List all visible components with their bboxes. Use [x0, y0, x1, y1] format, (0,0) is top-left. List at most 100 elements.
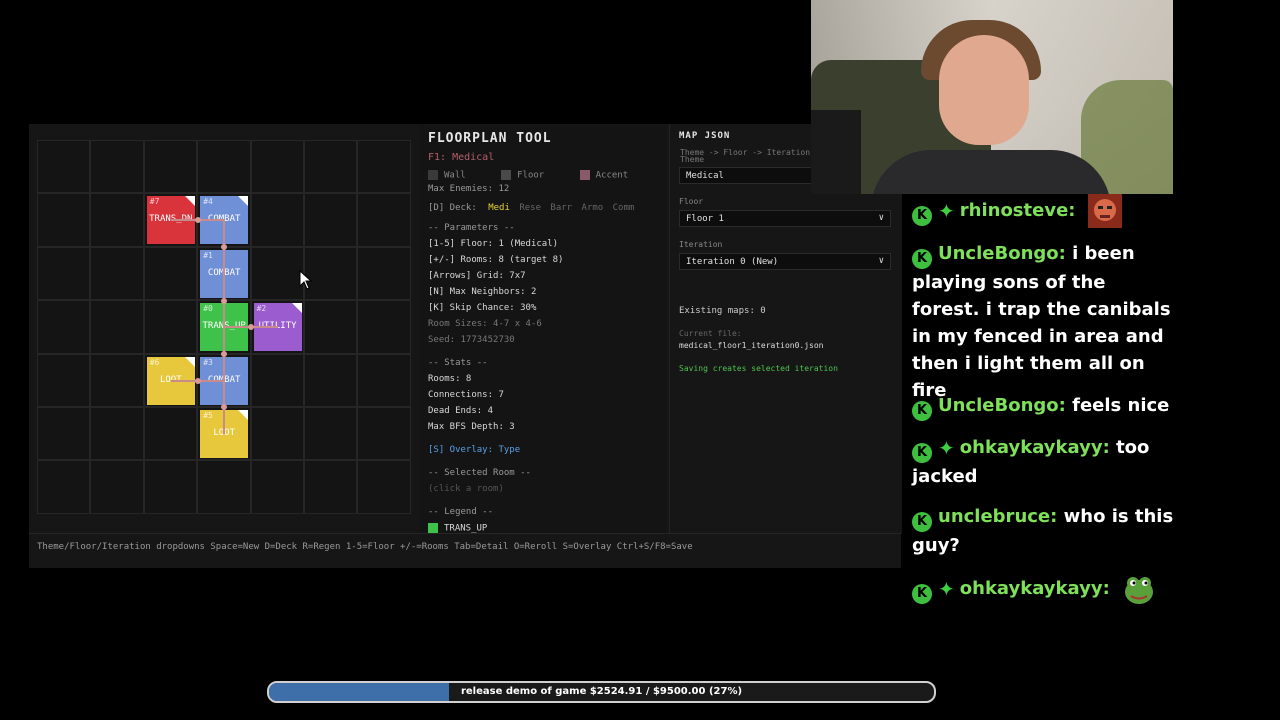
deck-row[interactable]: [D] Deck: Medi Rese Barr Armo Comm — [428, 203, 634, 213]
grid-cell[interactable] — [304, 140, 358, 194]
grid-cell[interactable] — [357, 140, 411, 194]
deck-item[interactable]: Rese — [519, 203, 541, 213]
param-floor: [1-5] Floor: 1 (Medical) — [428, 239, 559, 249]
iteration-dropdown[interactable]: Iteration 0 (New) ∨ — [679, 253, 891, 270]
webcam-feed — [811, 0, 1173, 194]
room-corner-marker-icon — [184, 356, 195, 367]
iteration-value: Iteration 0 (New) — [686, 257, 779, 267]
room-number: #4 — [203, 197, 213, 207]
deck-item[interactable]: Barr — [550, 203, 572, 213]
room-number: #1 — [203, 250, 213, 260]
room-number: #3 — [203, 357, 213, 367]
grid-cell[interactable] — [143, 407, 198, 461]
grid-cell[interactable] — [357, 246, 411, 301]
floor-dropdown[interactable]: Floor 1 ∨ — [679, 210, 891, 227]
floorplan-grid[interactable]: #7TRANS_DN#4COMBAT#1COMBAT#0TRANS_UP#2UT… — [37, 140, 411, 514]
webcam-microphone — [811, 110, 861, 194]
chat-username: rhinosteve: — [959, 200, 1076, 221]
grid-cell[interactable] — [197, 140, 251, 194]
chat-message: K ✦ ohkaykaykayy: too jacked — [912, 434, 1174, 490]
overlay-toggle[interactable]: [S] Overlay: Type — [428, 445, 520, 455]
grid-cell[interactable] — [357, 460, 411, 514]
k-badge-icon: K — [912, 401, 932, 421]
grid-cell[interactable] — [90, 407, 144, 461]
k-badge-icon: K — [912, 249, 932, 269]
accent-label: Accent — [595, 170, 629, 181]
floor-value: Floor 1 — [686, 214, 724, 224]
grid-cell[interactable] — [357, 407, 411, 461]
door-marker — [194, 217, 201, 224]
grid-cell[interactable] — [90, 193, 144, 247]
diamond-badge-icon: ✦ — [938, 199, 955, 223]
chat-message: K ✦ rhinosteve: — [912, 194, 1174, 228]
grid-cell[interactable] — [304, 193, 358, 247]
grid-cell[interactable] — [90, 140, 144, 194]
grid-cell[interactable] — [90, 300, 144, 354]
grid-cell[interactable] — [357, 353, 411, 407]
chevron-down-icon: ∨ — [878, 256, 884, 266]
floor-swatch — [501, 170, 512, 180]
grid-cell[interactable] — [143, 300, 198, 354]
chat-username: ohkaykaykayy: — [959, 578, 1110, 599]
grid-cell[interactable] — [304, 300, 358, 354]
chat-text: feels nice — [1072, 395, 1170, 416]
grid-cell[interactable] — [37, 407, 91, 461]
grid-cell[interactable] — [37, 300, 91, 354]
grid-cell[interactable] — [250, 193, 304, 247]
floor-label: Floor — [517, 170, 545, 181]
grid-cell[interactable] — [37, 246, 91, 301]
existing-maps: Existing maps: 0 — [679, 306, 766, 316]
grid-cell[interactable] — [357, 193, 411, 247]
chat-message: K ✦ ohkaykaykayy: — [912, 572, 1174, 606]
deck-item[interactable]: Medi — [488, 203, 510, 213]
legend-header: -- Legend -- — [428, 507, 494, 517]
map-json-title: MAP JSON — [679, 131, 731, 141]
current-file-label: Current file: — [679, 329, 742, 338]
chat-message: K UncleBongo: i been playing sons of the … — [912, 240, 1174, 404]
grid-cell[interactable] — [304, 407, 358, 461]
grid-cell[interactable] — [357, 300, 411, 354]
grid-cell[interactable] — [250, 407, 304, 461]
chat-username: ohkaykaykayy: — [959, 437, 1110, 458]
floorplan-app: #7TRANS_DN#4COMBAT#1COMBAT#0TRANS_UP#2UT… — [29, 124, 902, 568]
param-grid: [Arrows] Grid: 7x7 — [428, 271, 526, 281]
frog-emote-icon — [1125, 577, 1154, 604]
trans-up-swatch — [428, 523, 438, 533]
floor-subtitle: F1: Medical — [428, 152, 495, 163]
deck-item[interactable]: Comm — [613, 203, 635, 213]
grid-cell[interactable] — [90, 460, 144, 514]
grid-cell[interactable] — [143, 140, 198, 194]
grid-cell[interactable] — [90, 246, 144, 301]
grid-cell[interactable] — [37, 353, 91, 407]
grid-cell[interactable] — [250, 353, 304, 407]
room-number: #2 — [256, 304, 267, 314]
room-corner-marker-icon — [238, 410, 249, 420]
selected-room-header: -- Selected Room -- — [428, 468, 531, 478]
chat-text: i been playing sons of the forest. i tra… — [912, 243, 1171, 401]
chat-message: K UncleBongo: feels nice — [912, 392, 1174, 421]
grid-cell[interactable] — [304, 353, 358, 407]
param-skip-chance: [K] Skip Chance: 30% — [428, 303, 537, 313]
room-corner-marker-icon — [238, 196, 249, 207]
grid-cell[interactable] — [250, 246, 304, 301]
grid-cell[interactable] — [143, 460, 198, 514]
chat-overlay: K ✦ rhinosteve: K UncleBongo: i been playin… — [900, 194, 1280, 634]
diamond-badge-icon: ✦ — [938, 436, 955, 460]
grid-cell[interactable] — [197, 460, 251, 514]
grid-cell[interactable] — [304, 460, 358, 514]
grid-cell[interactable] — [90, 353, 144, 407]
grid-cell[interactable] — [250, 140, 304, 194]
saving-note: Saving creates selected iteration — [679, 364, 838, 373]
grid-cell[interactable] — [37, 460, 91, 514]
room-corner-marker-icon — [184, 196, 195, 207]
room-number: #7 — [149, 197, 160, 207]
room-number: #5 — [203, 411, 213, 420]
theme-value: Medical — [686, 171, 724, 181]
chat-message: Kunclebruce: who is this guy? — [912, 503, 1174, 559]
grid-cell[interactable] — [37, 193, 91, 247]
deck-label: [D] Deck: — [428, 203, 477, 213]
deck-item[interactable]: Armo — [582, 203, 604, 213]
grid-cell[interactable] — [143, 246, 198, 301]
grid-cell[interactable] — [37, 140, 91, 194]
grid-cell[interactable] — [250, 460, 304, 514]
